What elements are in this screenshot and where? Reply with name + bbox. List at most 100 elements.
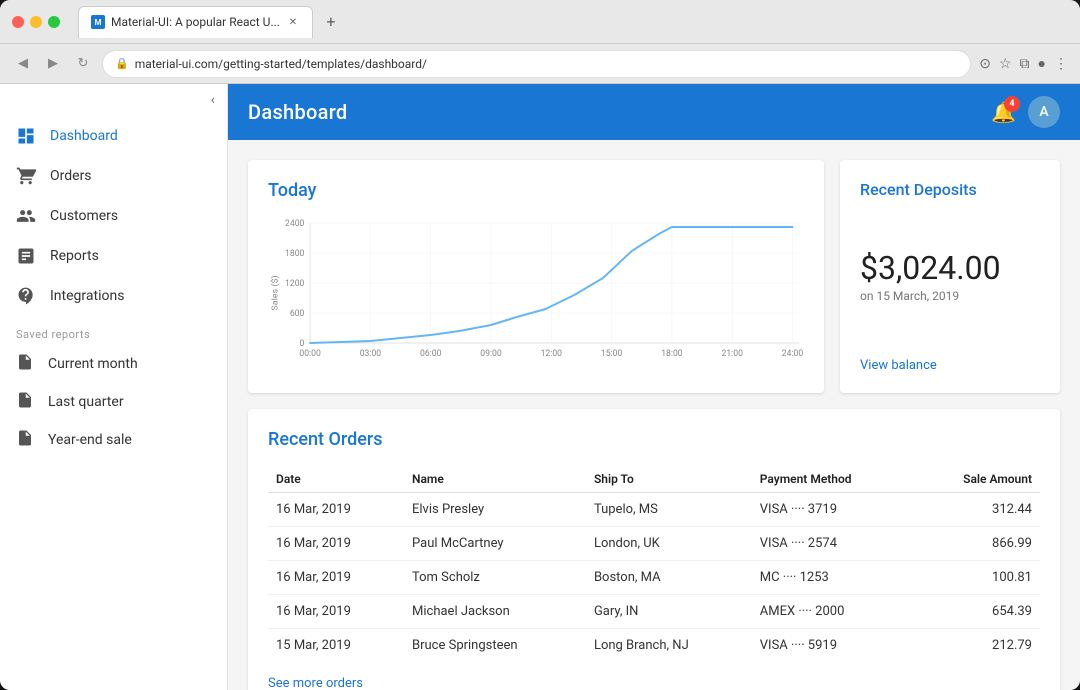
lock-icon: 🔒	[115, 57, 129, 70]
table-cell-payment: VISA ···· 5919	[752, 629, 913, 663]
col-amount: Sale Amount	[913, 466, 1040, 493]
orders-title: Recent Orders	[268, 429, 1040, 450]
minimize-btn[interactable]	[30, 16, 42, 28]
table-cell-payment: VISA ···· 2574	[752, 527, 913, 561]
sidebar-item-orders[interactable]: Orders	[0, 156, 227, 196]
svg-text:1800: 1800	[285, 249, 304, 259]
svg-text:600: 600	[290, 309, 305, 319]
collapse-icon[interactable]: ‹	[211, 92, 215, 108]
notification-badge: 4	[1004, 96, 1020, 112]
url-bar[interactable]: 🔒 material-ui.com/getting-started/templa…	[102, 50, 971, 78]
table-cell-date: 16 Mar, 2019	[268, 527, 404, 561]
orders-table: Date Name Ship To Payment Method Sale Am…	[268, 466, 1040, 662]
address-bar-row: ◀ ▶ ↻ 🔒 material-ui.com/getting-started/…	[0, 44, 1080, 84]
table-row: 16 Mar, 2019Paul McCartneyLondon, UKVISA…	[268, 527, 1040, 561]
table-cell-payment: VISA ···· 3719	[752, 493, 913, 527]
col-date: Date	[268, 466, 404, 493]
deposits-title: Recent Deposits	[860, 180, 1040, 199]
orders-table-body: 16 Mar, 2019Elvis PresleyTupelo, MSVISA …	[268, 493, 1040, 663]
star-icon[interactable]: ☆	[999, 56, 1012, 72]
customers-icon	[16, 206, 36, 226]
dashboard-icon	[16, 126, 36, 146]
report-file-icon-2	[16, 391, 34, 413]
forward-button[interactable]: ▶	[42, 53, 64, 75]
table-cell-name: Paul McCartney	[404, 527, 586, 561]
table-cell-date: 16 Mar, 2019	[268, 595, 404, 629]
sidebar-item-last-quarter[interactable]: Last quarter	[0, 383, 227, 421]
top-cards-row: Today	[248, 160, 1060, 393]
table-cell-payment: MC ···· 1253	[752, 561, 913, 595]
table-cell-amount: 100.81	[913, 561, 1040, 595]
app-container: ‹ Dashboard Orders	[0, 84, 1080, 690]
see-more-orders-link[interactable]: See more orders	[268, 676, 363, 690]
saved-reports-label: Saved reports	[0, 316, 227, 345]
table-cell-payment: AMEX ···· 2000	[752, 595, 913, 629]
table-cell-ship_to: Boston, MA	[586, 561, 752, 595]
table-cell-name: Michael Jackson	[404, 595, 586, 629]
sidebar-item-label: Customers	[50, 208, 118, 224]
tab-close-icon[interactable]: ✕	[286, 15, 300, 29]
menu-icon[interactable]: ⋮	[1054, 56, 1068, 72]
table-cell-amount: 312.44	[913, 493, 1040, 527]
orders-card: Recent Orders Date Name Ship To Payment …	[248, 409, 1060, 690]
sales-chart: 0 600 1200 1800 2400 Sales ($) 00:00 03:…	[268, 213, 804, 373]
reload-button[interactable]: ↻	[72, 53, 94, 75]
svg-text:15:00: 15:00	[601, 349, 622, 359]
table-cell-amount: 654.39	[913, 595, 1040, 629]
chart-card: Today	[248, 160, 824, 393]
sidebar-item-reports[interactable]: Reports	[0, 236, 227, 276]
deposits-amount: $3,024.00	[860, 249, 1040, 287]
notifications-button[interactable]: 🔔 4	[991, 100, 1016, 124]
table-cell-amount: 212.79	[913, 629, 1040, 663]
back-button[interactable]: ◀	[12, 53, 34, 75]
chart-title: Today	[268, 180, 804, 201]
url-text: material-ui.com/getting-started/template…	[135, 57, 427, 71]
close-btn[interactable]	[12, 16, 24, 28]
browser-tabbar: M Material-UI: A popular React U... ✕ +	[0, 0, 1080, 44]
avatar[interactable]: A	[1028, 96, 1060, 128]
profile-icon[interactable]: ●	[1038, 55, 1046, 72]
sidebar-sub-item-label: Year-end sale	[48, 432, 132, 448]
chart-container: 0 600 1200 1800 2400 Sales ($) 00:00 03:…	[268, 213, 804, 373]
report-file-icon-3	[16, 429, 34, 451]
page-title: Dashboard	[248, 100, 347, 124]
table-cell-ship_to: Tupelo, MS	[586, 493, 752, 527]
deposits-date: on 15 March, 2019	[860, 289, 1040, 303]
col-name: Name	[404, 466, 586, 493]
svg-text:12:00: 12:00	[541, 349, 562, 359]
svg-text:Sales ($): Sales ($)	[270, 275, 281, 310]
active-tab[interactable]: M Material-UI: A popular React U... ✕	[78, 6, 313, 38]
page-content: Today	[228, 140, 1080, 690]
table-row: 16 Mar, 2019Tom ScholzBoston, MAMC ···· …	[268, 561, 1040, 595]
browser-toolbar-icons: ⊙ ☆ ⧉ ● ⋮	[979, 55, 1068, 72]
table-cell-name: Elvis Presley	[404, 493, 586, 527]
svg-text:03:00: 03:00	[360, 349, 381, 359]
svg-text:18:00: 18:00	[661, 349, 682, 359]
table-cell-ship_to: Gary, IN	[586, 595, 752, 629]
sidebar-item-customers[interactable]: Customers	[0, 196, 227, 236]
svg-text:24:00: 24:00	[782, 349, 803, 359]
col-payment: Payment Method	[752, 466, 913, 493]
sidebar-item-label: Integrations	[50, 288, 124, 304]
sidebar-item-current-month[interactable]: Current month	[0, 345, 227, 383]
view-balance-link[interactable]: View balance	[860, 358, 1040, 373]
account-icon[interactable]: ⊙	[979, 56, 991, 72]
sidebar-item-year-end-sale[interactable]: Year-end sale	[0, 421, 227, 459]
svg-text:2400: 2400	[285, 219, 304, 229]
extension-icon[interactable]: ⧉	[1020, 56, 1030, 72]
new-tab-button[interactable]: +	[319, 10, 343, 34]
table-cell-name: Tom Scholz	[404, 561, 586, 595]
app-bar: Dashboard 🔔 4 A	[228, 84, 1080, 140]
orders-icon	[16, 166, 36, 186]
report-file-icon-1	[16, 353, 34, 375]
table-row: 16 Mar, 2019Michael JacksonGary, INAMEX …	[268, 595, 1040, 629]
deposits-card: Recent Deposits $3,024.00 on 15 March, 2…	[840, 160, 1060, 393]
tab-favicon: M	[91, 15, 105, 29]
maximize-btn[interactable]	[48, 16, 60, 28]
sidebar-item-dashboard[interactable]: Dashboard	[0, 116, 227, 156]
svg-text:06:00: 06:00	[420, 349, 441, 359]
col-shipto: Ship To	[586, 466, 752, 493]
table-cell-amount: 866.99	[913, 527, 1040, 561]
sidebar-item-label: Dashboard	[50, 128, 118, 144]
sidebar-item-integrations[interactable]: Integrations	[0, 276, 227, 316]
